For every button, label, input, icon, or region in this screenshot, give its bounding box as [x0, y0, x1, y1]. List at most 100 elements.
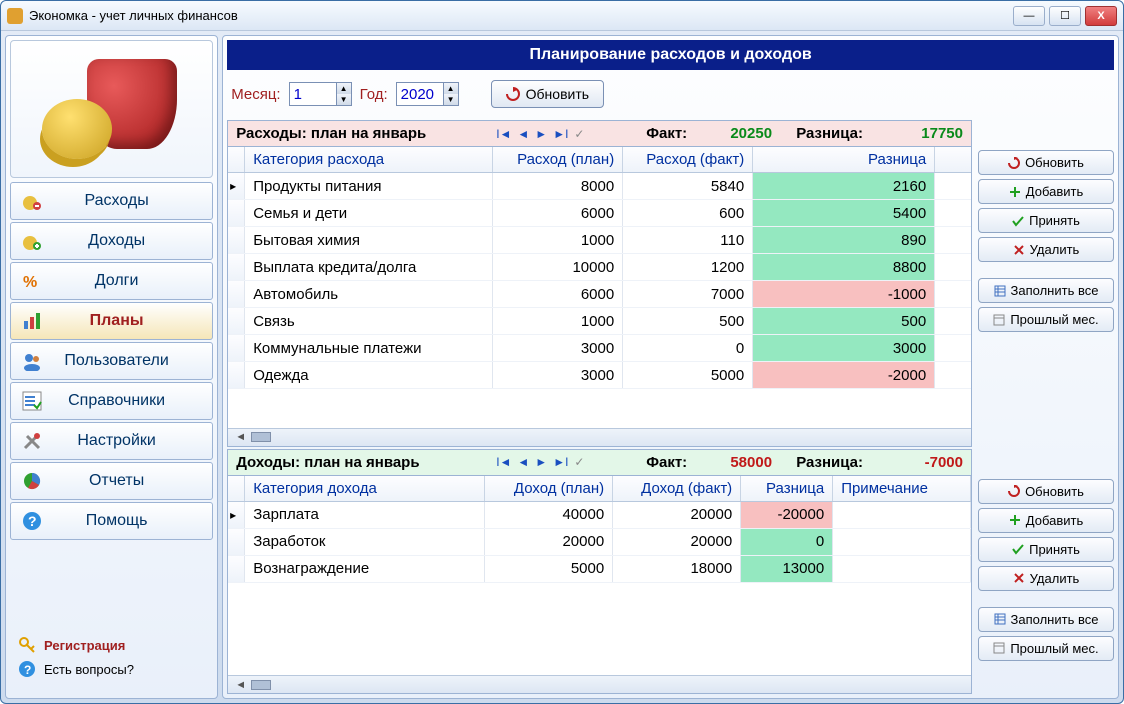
grid-nav: I◄ ◄ ► ►I ✓ [496, 455, 616, 469]
table-row[interactable]: Заработок20000200000 [228, 529, 971, 556]
coins-plus-icon [21, 230, 43, 252]
expenses-grid[interactable]: Категория расхода Расход (план) Расход (… [228, 147, 971, 428]
col-diff[interactable]: Разница [753, 147, 935, 172]
register-link[interactable]: Регистрация [18, 636, 205, 654]
table-row[interactable]: ▸Продукты питания800058402160 [228, 173, 971, 200]
col-fact[interactable]: Доход (факт) [613, 476, 741, 501]
sidebar-item-settings[interactable]: Настройки [10, 422, 213, 460]
col-category[interactable]: Категория дохода [245, 476, 485, 501]
side-fill-all-button[interactable]: Заполнить все [978, 607, 1114, 632]
row-marker [228, 227, 245, 253]
h-scrollbar[interactable]: ◄ [228, 428, 971, 446]
col-plan[interactable]: Доход (план) [485, 476, 613, 501]
filter-bar: Месяц: ▲▼ Год: ▲▼ Обновить [227, 70, 1114, 118]
row-marker [228, 200, 245, 226]
cell-category: Одежда [245, 362, 493, 388]
table-row[interactable]: Вознаграждение50001800013000 [228, 556, 971, 583]
prev-icon[interactable]: ◄ [517, 455, 529, 469]
table-row[interactable]: ▸Зарплата4000020000-20000 [228, 502, 971, 529]
expenses-header: Расходы: план на январь I◄ ◄ ► ►I ✓ Факт… [228, 121, 971, 147]
maximize-button[interactable]: ☐ [1049, 6, 1081, 26]
minimize-button[interactable]: — [1013, 6, 1045, 26]
side-add-button[interactable]: Добавить [978, 179, 1114, 204]
refresh-icon [1008, 485, 1020, 497]
month-spinner[interactable]: ▲▼ [289, 82, 352, 106]
sidebar-item-label: Справочники [61, 392, 172, 410]
row-marker: ▸ [228, 173, 245, 199]
cell-plan: 5000 [485, 556, 613, 582]
sidebar-item-label: Пользователи [61, 352, 172, 370]
side-add-button[interactable]: Добавить [978, 508, 1114, 533]
questions-link[interactable]: ? Есть вопросы? [18, 660, 205, 678]
table-row[interactable]: Одежда30005000-2000 [228, 362, 971, 389]
last-icon[interactable]: ►I [553, 455, 568, 469]
table-row[interactable]: Выплата кредита/долга1000012008800 [228, 254, 971, 281]
sidebar-item-reports[interactable]: Отчеты [10, 462, 213, 500]
table-row[interactable]: Коммунальные платежи300003000 [228, 335, 971, 362]
side-accept-button[interactable]: Принять [978, 208, 1114, 233]
row-marker [228, 556, 245, 582]
sidebar-item-help[interactable]: ? Помощь [10, 502, 213, 540]
scroll-left-icon[interactable]: ◄ [232, 431, 249, 443]
first-icon[interactable]: I◄ [496, 127, 511, 141]
cell-note [833, 502, 971, 528]
col-category[interactable]: Категория расхода [245, 147, 493, 172]
side-refresh-button[interactable]: Обновить [978, 150, 1114, 175]
diff-value: 17750 [883, 125, 963, 142]
sidebar-item-label: Помощь [61, 512, 172, 530]
sidebar-item-debts[interactable]: % Долги [10, 262, 213, 300]
check-icon[interactable]: ✓ [574, 127, 584, 141]
table-row[interactable]: Автомобиль60007000-1000 [228, 281, 971, 308]
svg-text:%: % [23, 274, 37, 291]
sidebar-item-plans[interactable]: Планы [10, 302, 213, 340]
refresh-label: Обновить [526, 86, 589, 102]
side-accept-button[interactable]: Принять [978, 537, 1114, 562]
scroll-thumb[interactable] [251, 680, 271, 690]
spin-down-icon[interactable]: ▼ [444, 94, 458, 105]
next-icon[interactable]: ► [535, 127, 547, 141]
refresh-button[interactable]: Обновить [491, 80, 604, 108]
table-row[interactable]: Семья и дети60006005400 [228, 200, 971, 227]
side-prev-month-button[interactable]: Прошлый мес. [978, 636, 1114, 661]
last-icon[interactable]: ►I [553, 127, 568, 141]
cell-diff: 890 [753, 227, 935, 253]
col-note[interactable]: Примечание [833, 476, 971, 501]
side-refresh-button[interactable]: Обновить [978, 479, 1114, 504]
year-spinner[interactable]: ▲▼ [396, 82, 459, 106]
income-panel: Доходы: план на январь I◄ ◄ ► ►I ✓ Факт:… [227, 449, 972, 694]
side-prev-month-button[interactable]: Прошлый мес. [978, 307, 1114, 332]
questions-label: Есть вопросы? [44, 662, 134, 677]
cell-diff: 13000 [741, 556, 833, 582]
row-marker: ▸ [228, 502, 245, 528]
h-scrollbar[interactable]: ◄ [228, 675, 971, 693]
close-button[interactable]: X [1085, 6, 1117, 26]
sidebar-item-income[interactable]: Доходы [10, 222, 213, 260]
sidebar-item-expenses[interactable]: Расходы [10, 182, 213, 220]
income-grid[interactable]: Категория дохода Доход (план) Доход (фак… [228, 476, 971, 675]
sidebar-item-users[interactable]: Пользователи [10, 342, 213, 380]
prev-icon[interactable]: ◄ [517, 127, 529, 141]
next-icon[interactable]: ► [535, 455, 547, 469]
spin-up-icon[interactable]: ▲ [337, 83, 351, 94]
sidebar-item-references[interactable]: Справочники [10, 382, 213, 420]
spin-down-icon[interactable]: ▼ [337, 94, 351, 105]
table-row[interactable]: Бытовая химия1000110890 [228, 227, 971, 254]
month-input[interactable] [290, 86, 336, 103]
sidebar-item-label: Доходы [61, 232, 172, 250]
spin-up-icon[interactable]: ▲ [444, 83, 458, 94]
side-delete-button[interactable]: Удалить [978, 566, 1114, 591]
scroll-thumb[interactable] [251, 432, 271, 442]
table-row[interactable]: Связь1000500500 [228, 308, 971, 335]
cell-category: Вознаграждение [245, 556, 485, 582]
col-fact[interactable]: Расход (факт) [623, 147, 753, 172]
year-input[interactable] [397, 86, 443, 103]
col-diff[interactable]: Разница [741, 476, 833, 501]
scroll-left-icon[interactable]: ◄ [232, 679, 249, 691]
check-icon[interactable]: ✓ [574, 455, 584, 469]
calendar-icon [993, 314, 1005, 326]
side-delete-button[interactable]: Удалить [978, 237, 1114, 262]
question-icon: ? [18, 660, 36, 678]
side-fill-all-button[interactable]: Заполнить все [978, 278, 1114, 303]
first-icon[interactable]: I◄ [496, 455, 511, 469]
col-plan[interactable]: Расход (план) [493, 147, 623, 172]
